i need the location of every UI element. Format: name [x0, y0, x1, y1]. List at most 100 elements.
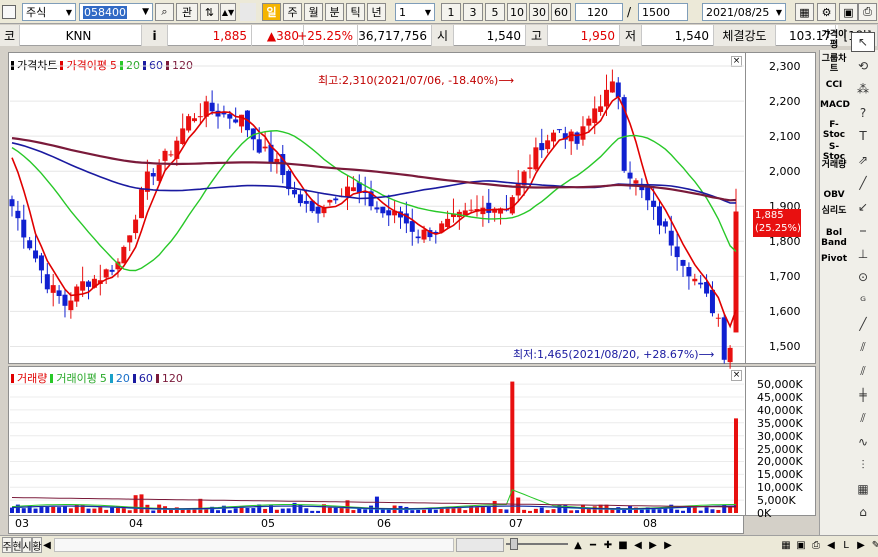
wave-icon[interactable]: ∿ [851, 432, 875, 452]
price-ma120-label: 120 [171, 58, 193, 72]
total-input[interactable]: 1500 [638, 3, 688, 21]
price-y-label: 2,100 [769, 130, 801, 144]
all-icon[interactable]: ⁂ [851, 79, 875, 99]
indicator-item[interactable]: MACD [820, 100, 850, 118]
date-input[interactable]: 2021/08/25 ▼ [702, 3, 786, 21]
search-button[interactable]: ⌕ [155, 3, 174, 21]
zoom-slider-handle[interactable] [510, 538, 518, 550]
next-icon[interactable]: ▶ [647, 537, 659, 553]
speed-line-icon[interactable]: ⫽ [851, 408, 875, 428]
period-tab[interactable]: 일 [262, 3, 281, 21]
bottom-tab[interactable]: 시 [22, 537, 32, 553]
interval-buttons: 1 3 5 10 30 60 [441, 3, 571, 21]
period-tab[interactable]: 틱 [346, 3, 365, 21]
interval-button[interactable]: 60 [551, 3, 571, 21]
volume-y-axis: 50,000K 45,000K 40,000K 35,000K 30,000K 25,00… [749, 367, 815, 520]
current-price-tag: 1,885 (25.25%) [753, 209, 801, 237]
excel-icon[interactable]: ▦ [780, 537, 792, 553]
left-icon[interactable]: ◀ [825, 537, 837, 553]
gwan-button[interactable]: 관 [176, 3, 198, 21]
plus-icon[interactable]: ✚ [602, 537, 614, 553]
high-annotation: 최고:2,310(2021/07/06, -18.40%)⟶ [318, 74, 515, 87]
settings-button[interactable]: ⚙ [817, 3, 836, 21]
interval-select[interactable]: 1 ▼ [395, 3, 435, 21]
grid-icon[interactable]: ╪ [851, 385, 875, 405]
period-tab[interactable]: 월 [304, 3, 323, 21]
home-icon[interactable]: ⌂ [851, 502, 875, 522]
close-panel-icon[interactable]: × [731, 56, 742, 67]
interval-button[interactable]: 3 [463, 3, 483, 21]
volume-y-label: 10,000K [757, 481, 803, 495]
trendline-icon[interactable]: ╱ [851, 173, 875, 193]
indicator-item[interactable]: F-Stoc [820, 120, 848, 142]
count-input[interactable]: 120 [575, 3, 623, 21]
indicator-item[interactable]: 가격이평 [820, 30, 848, 50]
horizontal-scrollbar[interactable] [54, 538, 454, 552]
interval-button[interactable]: 5 [485, 3, 505, 21]
info-button[interactable]: i [142, 25, 168, 46]
circle-icon[interactable]: ⊙ [851, 267, 875, 287]
parallel-icon[interactable]: ⫽ [851, 361, 875, 381]
draw-icon[interactable]: ✎ [870, 537, 878, 553]
period-tab[interactable]: 분 [325, 3, 344, 21]
play-icon[interactable]: ▶ [662, 537, 674, 553]
prev-icon[interactable]: ◀ [632, 537, 644, 553]
l-button[interactable]: L [840, 537, 852, 553]
volume-ma5-label: 5 [99, 371, 107, 385]
toggle-button[interactable]: ⇅ [200, 3, 219, 21]
indicator-item[interactable]: CCI [820, 80, 848, 92]
indicator-item[interactable]: 거래량 [820, 160, 848, 186]
help-icon[interactable]: ? [851, 103, 875, 123]
print-icon[interactable]: ⎙ [810, 537, 822, 553]
save-icon: ▣ [843, 5, 854, 19]
up-icon[interactable]: ▲ [572, 537, 584, 553]
fan-icon[interactable]: ╱ [851, 314, 875, 334]
indicator-item[interactable]: 심리도 [820, 206, 848, 226]
print-button[interactable]: ⎙ [858, 3, 877, 21]
stop-icon[interactable]: ■ [617, 537, 629, 553]
volume-ma60-label: 60 [138, 371, 153, 385]
vertical-line-icon[interactable]: ⊥ [851, 244, 875, 264]
fibo-icon[interactable]: ⫶ [851, 455, 875, 475]
interval-button[interactable]: 10 [507, 3, 527, 21]
x-axis: 03 04 05 06 07 08 [8, 516, 744, 534]
bottom-tab[interactable]: 현 [12, 537, 22, 553]
price-change: ▲380 [252, 25, 304, 46]
arrow-line-icon[interactable]: ⇗ [851, 150, 875, 170]
save-icon[interactable]: ▣ [795, 537, 807, 553]
indicator-item[interactable]: Bol Band [820, 228, 848, 250]
calculator-button[interactable]: ▦ [795, 3, 814, 21]
minus-icon[interactable]: ━ [587, 537, 599, 553]
right-icon[interactable]: ▶ [855, 537, 867, 553]
gann-icon[interactable]: ᴳ [851, 291, 875, 311]
interval-button[interactable]: 1 [441, 3, 461, 21]
indicator-item[interactable]: Pivot [820, 254, 848, 266]
auto-icon[interactable]: ▦ [851, 479, 875, 499]
window-icon[interactable] [2, 5, 16, 19]
interval-button[interactable]: 30 [529, 3, 549, 21]
volume-y-label: 0K [757, 507, 772, 520]
bottom-tab[interactable]: 황 [32, 537, 42, 553]
diagonal-icon[interactable]: ↙ [851, 197, 875, 217]
horizontal-line-icon[interactable]: ⎯ [851, 220, 875, 240]
market-select[interactable]: 주식 ▼ [22, 3, 76, 21]
bottom-tab[interactable]: 주 [2, 537, 12, 553]
open-label: 시 [432, 25, 454, 46]
channel-icon[interactable]: ⫽ [851, 338, 875, 358]
stock-code-input[interactable]: 058400 ▼ [79, 3, 153, 21]
undo-icon[interactable]: ⟲ [851, 56, 875, 76]
period-tab[interactable]: 주 [283, 3, 302, 21]
chevron-down-icon: ▼ [65, 7, 72, 17]
updown-button[interactable]: ▲▼ [220, 3, 236, 21]
indicator-item[interactable]: OBV [820, 190, 848, 202]
text-icon[interactable]: T [851, 126, 875, 146]
scroll-thumb[interactable] [456, 538, 504, 552]
period-tab[interactable]: 년 [367, 3, 386, 21]
volume-panel: × 거래량 거래이평 5 20 60 120 50,000K 45,000K 40,… [8, 366, 816, 520]
pointer-icon[interactable]: ↖ [851, 32, 875, 52]
close-panel-icon[interactable]: × [731, 370, 742, 381]
volume-y-label: 5,000K [757, 494, 796, 508]
save-button[interactable]: ▣ [839, 3, 858, 21]
scroll-left-icon[interactable]: ◀ [42, 536, 52, 554]
indicator-item[interactable]: 그룹차트 [820, 54, 848, 76]
